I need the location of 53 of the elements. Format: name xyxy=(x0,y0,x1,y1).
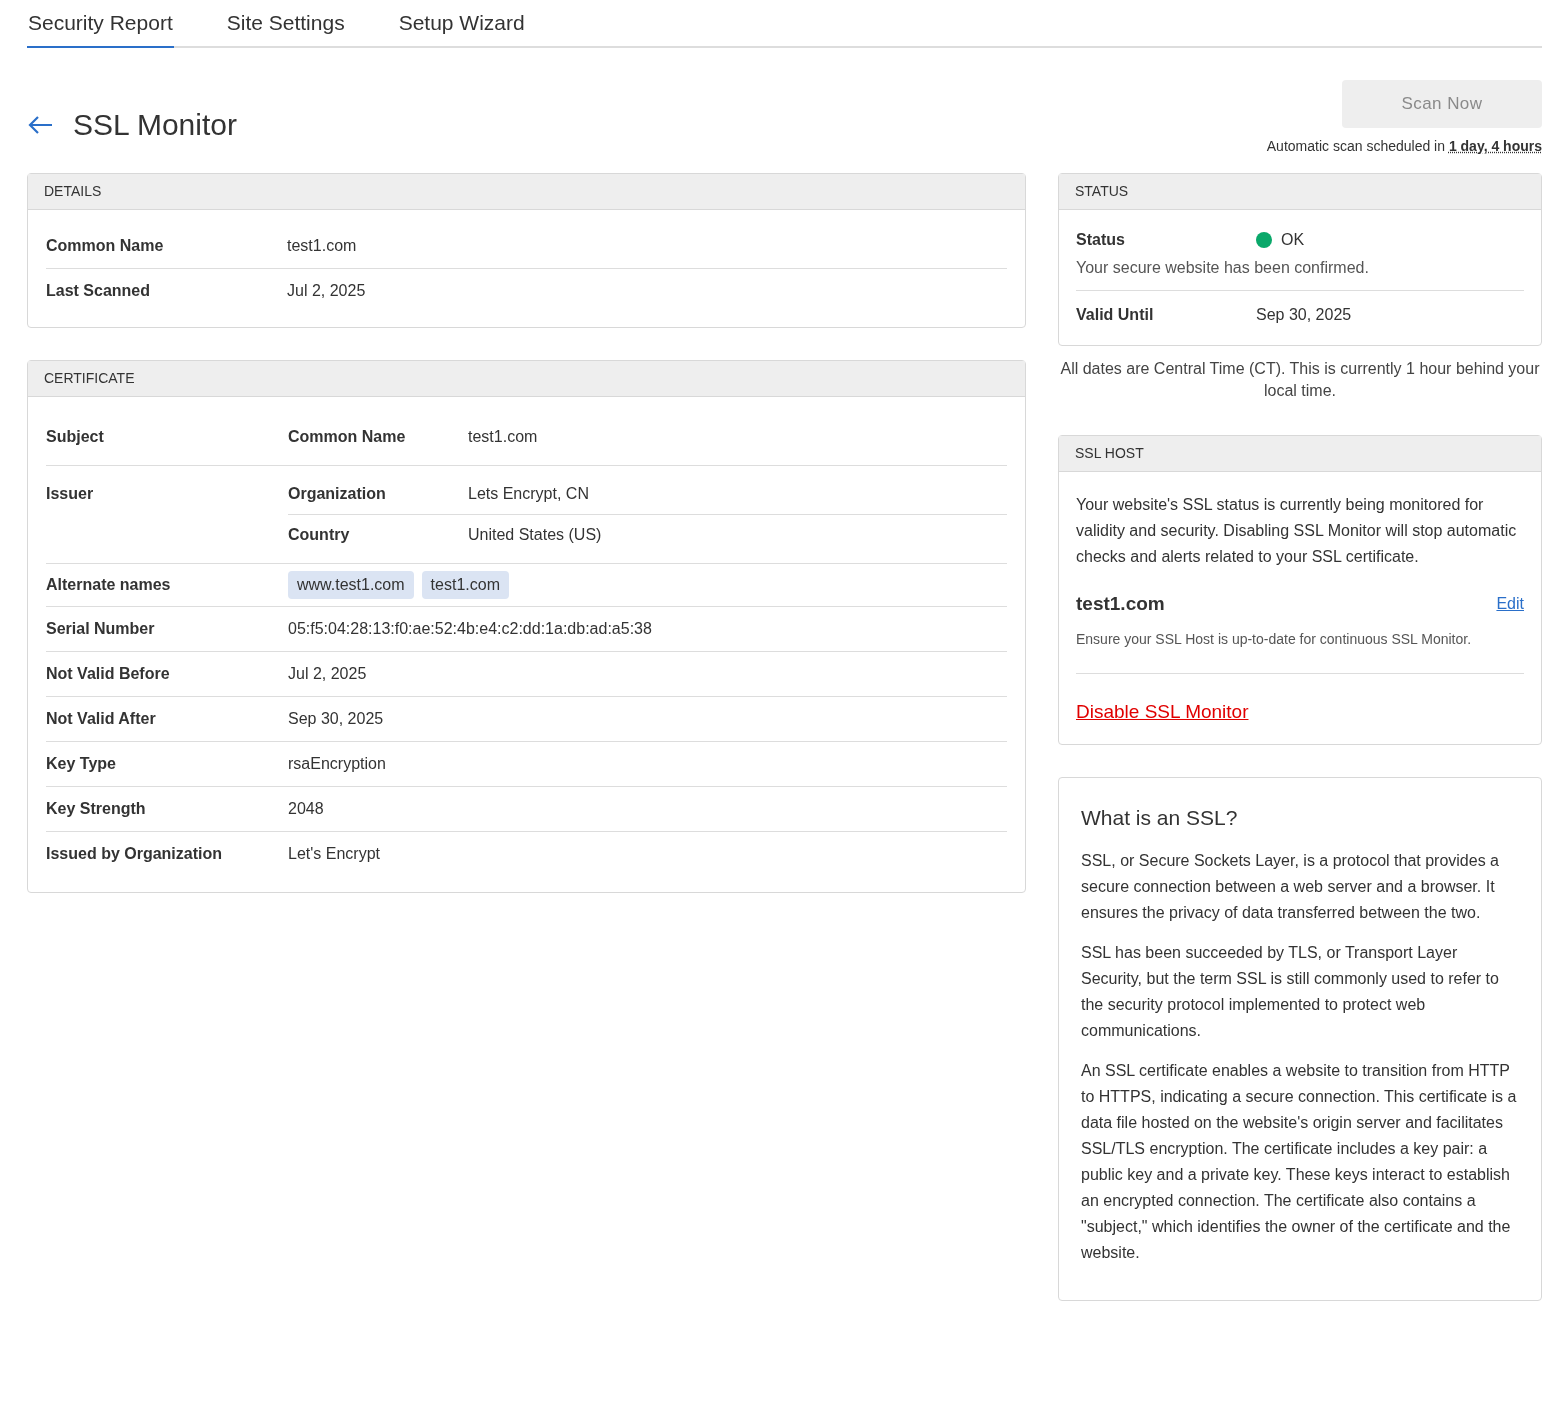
row-value: 05:f5:04:28:13:f0:ae:52:4b:e4:c2:dd:1a:db:ad:a5:38 xyxy=(288,619,652,639)
row-label: Serial Number xyxy=(46,620,155,637)
field-value: Lets Encrypt, CN xyxy=(468,484,589,504)
page-title: SSL Monitor xyxy=(73,107,237,143)
row-label: Not Valid After xyxy=(46,710,156,727)
info-paragraph: SSL, or Secure Sockets Layer, is a protocol that provides a secure connection between a web server and a browser. It ensures the privacy of data transferred between the two. xyxy=(1081,850,1500,923)
row-label: Not Valid Before xyxy=(46,665,170,682)
tab[interactable]: Security Report xyxy=(27,6,174,48)
field-label: Organization xyxy=(288,485,386,502)
row-label: Common Name xyxy=(46,237,164,254)
schedule-note: Automatic scan scheduled in xyxy=(1266,138,1446,154)
panel-title: CERTIFICATE xyxy=(44,369,135,388)
row-label: Alternate names xyxy=(46,576,171,593)
row-value: Jul 2, 2025 xyxy=(288,664,367,684)
field-value: United States (US) xyxy=(468,525,602,545)
row-label: Key Type xyxy=(46,755,116,772)
status-description: Your secure website has been confirmed. xyxy=(1076,256,1524,291)
host-name: test1.com xyxy=(1076,592,1165,616)
back-arrow-icon[interactable] xyxy=(27,114,53,135)
info-title: What is an SSL? xyxy=(1081,805,1239,831)
panel-title: DETAILS xyxy=(44,182,102,201)
name-tag: test1.com xyxy=(421,571,509,599)
row-value: 2048 xyxy=(288,799,324,819)
row-label: Last Scanned xyxy=(46,282,151,299)
row-label: Subject xyxy=(46,428,104,445)
field-label: Country xyxy=(288,526,350,543)
host-hint: Ensure your SSL Host is up-to-date for continuous SSL Monitor. xyxy=(1076,626,1524,674)
row-value: rsaEncryption xyxy=(288,754,386,774)
row-label: Issuer xyxy=(46,485,94,502)
info-paragraph: An SSL certificate enables a website to transition from HTTP to HTTPS, indicating a secure connection. This certificate is a data file hosted on the website's origin server and facilitates SSL/TLS encryption. The certificate includes a key pair: a public key and a private key. These keys interact to establish an encrypted connection. The certificate also contains a "subject," which identifies the owner of the certificate and the website. xyxy=(1081,1060,1518,1263)
field-label: Common Name xyxy=(288,428,406,445)
tab[interactable]: Setup Wizard xyxy=(397,6,526,48)
row-label: Status xyxy=(1076,231,1125,248)
timezone-note: All dates are Central Time (CT). This is currently 1 hour behind your local time. xyxy=(1059,359,1541,401)
schedule-time: 1 day, 4 hours xyxy=(1448,138,1542,154)
row-label: Issued by Organization xyxy=(46,845,223,862)
row-label: Key Strength xyxy=(46,800,146,817)
row-value: Let's Encrypt xyxy=(288,844,380,864)
row-value: Sep 30, 2025 xyxy=(1256,305,1352,325)
tab[interactable]: Site Settings xyxy=(225,6,346,48)
edit-link[interactable]: Edit xyxy=(1496,592,1524,617)
disable-monitor-link[interactable]: Disable SSL Monitor xyxy=(1076,697,1249,726)
panel-title: SSL HOST xyxy=(1075,444,1144,463)
row-value: Jul 2, 2025 xyxy=(287,281,366,301)
field-value: test1.com xyxy=(468,427,538,447)
info-paragraph: SSL has been succeeded by TLS, or Transport Layer Security, but the term SSL is still commonly used to refer to the security protocol implemented to protect web communications. xyxy=(1081,942,1500,1041)
name-tag: www.test1.com xyxy=(288,571,414,599)
status-value: OK xyxy=(1281,230,1305,250)
row-value: Sep 30, 2025 xyxy=(288,709,384,729)
row-label: Valid Until xyxy=(1076,306,1154,323)
row-value: test1.com xyxy=(287,236,357,256)
host-description: Your website's SSL status is currently being monitored for validity and security. Disabling SSL Monitor will stop automatic checks and alerts related to your SSL certificate. xyxy=(1076,495,1518,567)
panel-title: STATUS xyxy=(1075,182,1129,201)
